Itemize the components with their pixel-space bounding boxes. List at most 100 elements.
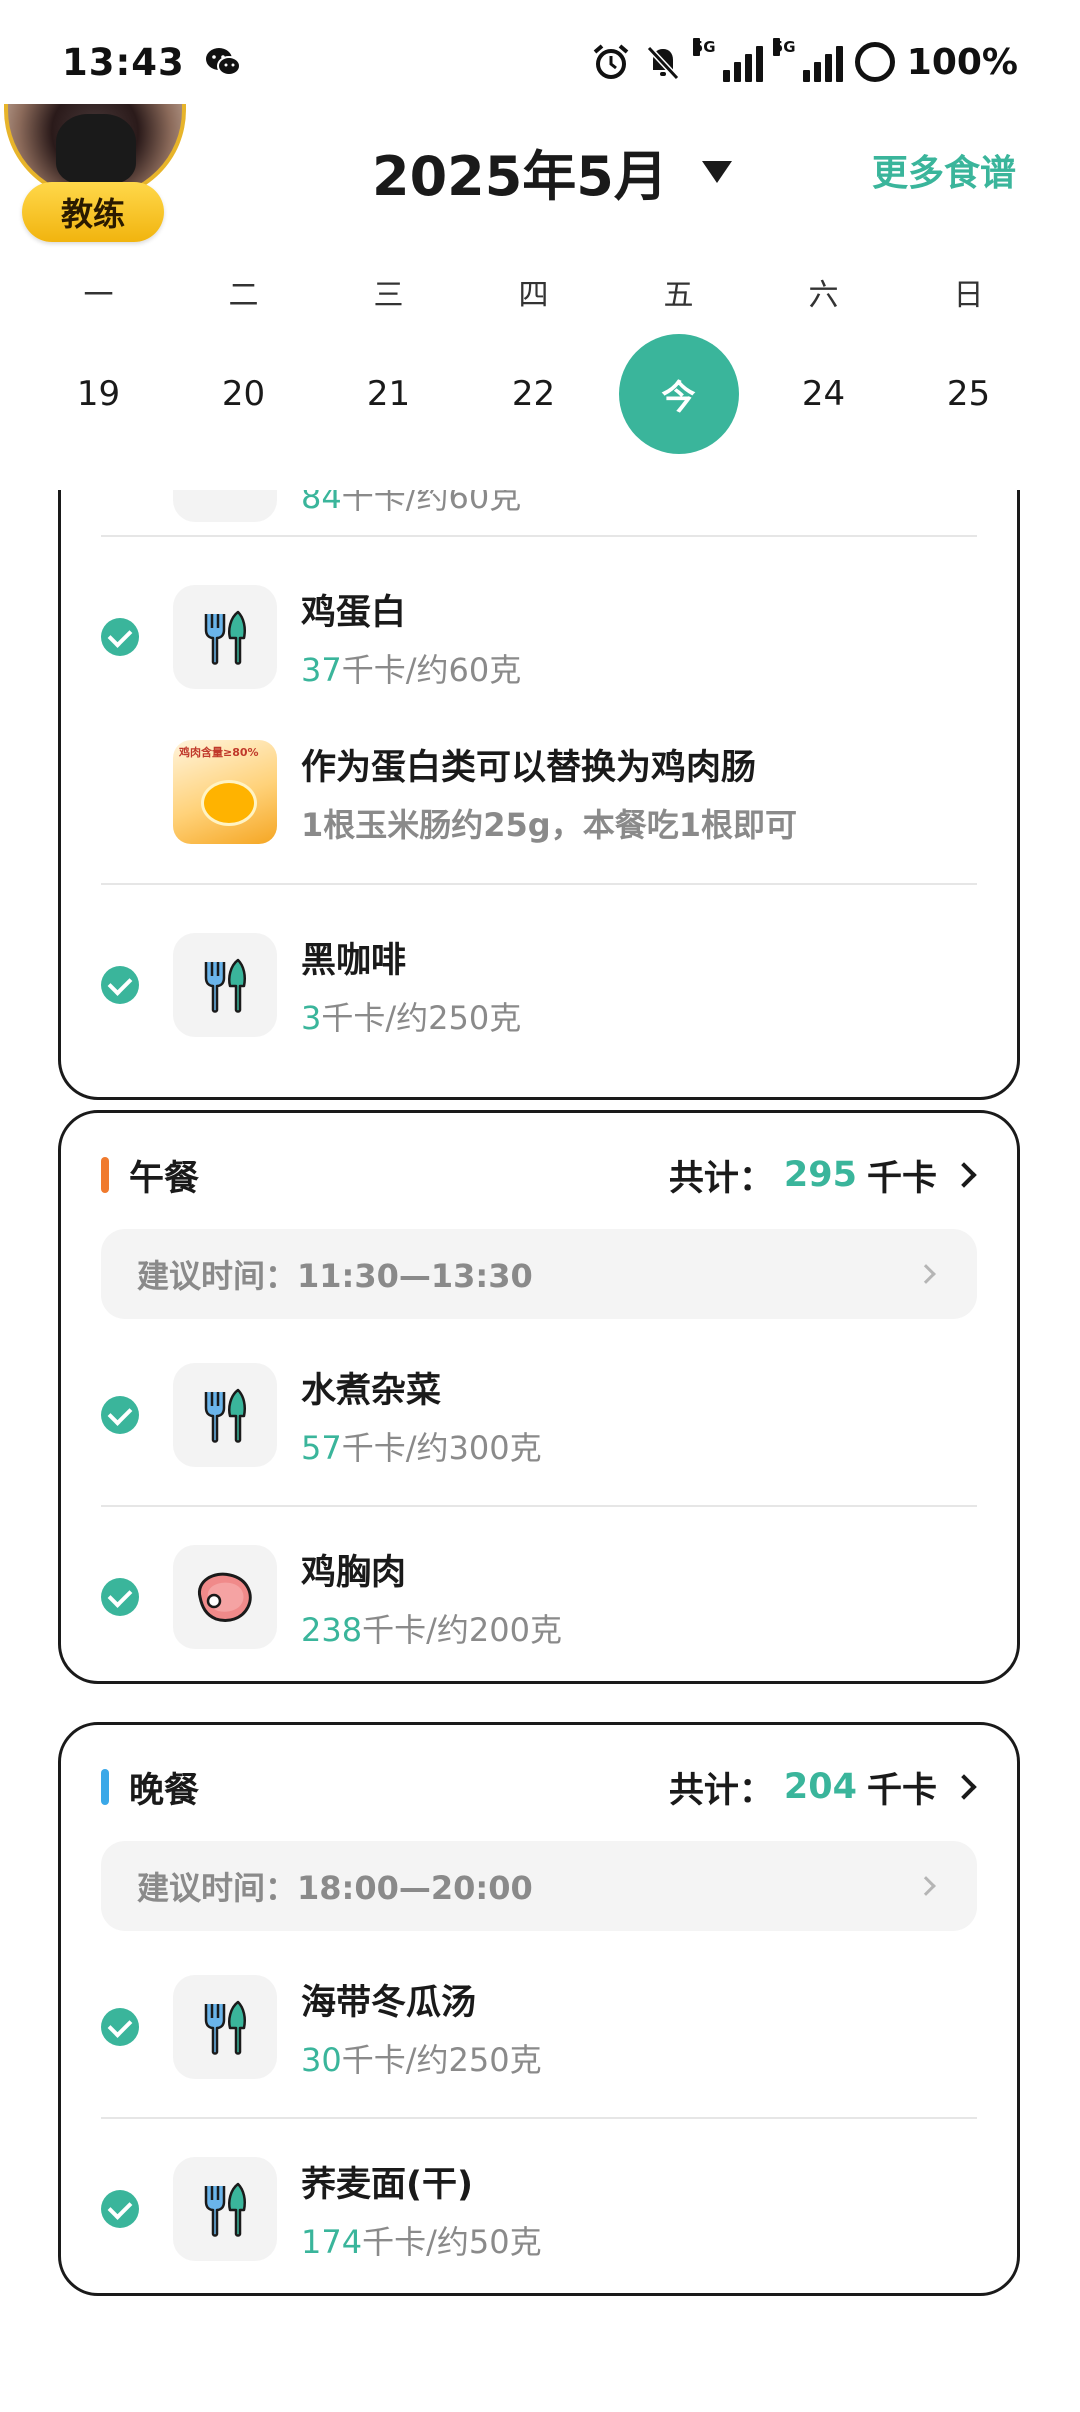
weekday-label: 四 bbox=[518, 278, 549, 313]
kcal-value: 30 bbox=[301, 2040, 342, 2079]
food-name: 鸡胸肉 bbox=[301, 1552, 407, 1593]
check-icon[interactable] bbox=[101, 2190, 139, 2228]
check-icon[interactable] bbox=[101, 1396, 139, 1434]
triangle-down-icon bbox=[701, 160, 732, 183]
kcal-value: 84 bbox=[301, 490, 342, 516]
divider bbox=[101, 1505, 977, 1507]
food-name: 水煮杂菜 bbox=[301, 1370, 442, 1411]
food-row[interactable]: 鸡蛋白 37千卡/约60克 bbox=[101, 585, 981, 689]
total-kcal: 295 bbox=[783, 1155, 857, 1195]
food-thumb bbox=[173, 585, 277, 689]
food-name: 鸡蛋白 bbox=[301, 592, 407, 633]
total-label: 共计： bbox=[668, 1770, 774, 1811]
date-cell[interactable]: 19 bbox=[26, 332, 171, 456]
suggest-time-text: 建议时间：18:00—20:00 bbox=[137, 1869, 533, 1907]
kcal-value: 57 bbox=[301, 1428, 342, 1467]
food-meta: 84千卡/约60克 bbox=[301, 490, 521, 518]
food-meta: 30千卡/约250克 bbox=[301, 2035, 542, 2081]
breakfast-card: . 84千卡/约60克 鸡蛋白 37千卡/约60克 鸡肉含量≥80% bbox=[58, 490, 1020, 1100]
signal-5g-icon: 5G bbox=[692, 38, 763, 82]
weekday-row: 一 二 三 四 五 六 日 bbox=[0, 270, 1080, 314]
month-picker[interactable]: 2025年5月 bbox=[372, 132, 732, 211]
portion-text: 千卡/约250克 bbox=[341, 2040, 542, 2079]
food-thumb bbox=[173, 1363, 277, 1467]
portion-text: 千卡/约50克 bbox=[362, 2222, 542, 2261]
lunch-card: 午餐 共计： 295 千卡 建议时间：11:30—13:30 水煮杂菜 57千卡… bbox=[58, 1110, 1020, 1684]
battery-ring-icon bbox=[854, 42, 895, 82]
check-icon[interactable] bbox=[101, 2008, 139, 2046]
food-row[interactable]: 水煮杂菜 57千卡/约300克 bbox=[101, 1363, 981, 1467]
more-recipes-link[interactable]: 更多食谱 bbox=[872, 144, 1016, 196]
dinner-card: 晚餐 共计： 204 千卡 建议时间：18:00—20:00 海带冬瓜汤 30千… bbox=[58, 1722, 1020, 2296]
total-unit: 千卡 bbox=[866, 1770, 937, 1811]
utensils-icon bbox=[204, 1388, 246, 1443]
tip-title: 作为蛋白类可以替换为鸡肉肠 bbox=[301, 747, 757, 788]
coach-badge[interactable]: 教练 bbox=[22, 182, 164, 242]
date-cell[interactable]: 21 bbox=[316, 332, 461, 456]
thumb-caption: 鸡肉含量≥80% bbox=[179, 746, 259, 759]
food-row[interactable]: 海带冬瓜汤 30千卡/约250克 bbox=[101, 1975, 981, 2079]
chevron-right-icon bbox=[916, 1876, 936, 1896]
sausage-thumbnail: 鸡肉含量≥80% bbox=[173, 740, 277, 844]
wechat-icon bbox=[205, 48, 241, 76]
portion-text: 千卡/约250克 bbox=[321, 998, 522, 1037]
total-unit: 千卡 bbox=[866, 1158, 937, 1199]
weekday-label: 三 bbox=[373, 278, 404, 313]
food-row[interactable]: 黑咖啡 3千卡/约250克 bbox=[101, 933, 981, 1037]
check-icon[interactable] bbox=[101, 1578, 139, 1616]
network-label: 5G bbox=[692, 38, 716, 56]
meal-color-bar bbox=[101, 1157, 109, 1193]
divider bbox=[101, 535, 977, 537]
weekday-label: 日 bbox=[953, 278, 984, 313]
kcal-value: 37 bbox=[301, 650, 342, 689]
meal-list[interactable]: . 84千卡/约60克 鸡蛋白 37千卡/约60克 鸡肉含量≥80% bbox=[0, 490, 1080, 2412]
food-name: 荞麦面(干) bbox=[301, 2164, 473, 2205]
date-cell[interactable]: 25 bbox=[896, 332, 1041, 456]
meal-header[interactable]: 午餐 共计： 295 千卡 bbox=[101, 1153, 981, 1199]
meal-total[interactable]: 共计： 295 千卡 bbox=[669, 1150, 981, 1201]
suggest-time-bar[interactable]: 建议时间：18:00—20:00 bbox=[101, 1841, 977, 1931]
date-cell[interactable]: 24 bbox=[751, 332, 896, 456]
substitute-tip[interactable]: 鸡肉含量≥80% 作为蛋白类可以替换为鸡肉肠 1根玉米肠约25g，本餐吃1根即可 bbox=[101, 740, 981, 844]
utensils-icon bbox=[204, 2182, 246, 2237]
portion-text: 千卡/约300克 bbox=[341, 1428, 542, 1467]
meat-icon bbox=[197, 1572, 252, 1622]
suggest-time-bar[interactable]: 建议时间：11:30—13:30 bbox=[101, 1229, 977, 1319]
food-name: 海带冬瓜汤 bbox=[301, 1982, 477, 2023]
food-row[interactable]: 荞麦面(干) 174千卡/约50克 bbox=[101, 2157, 981, 2261]
tip-subtitle: 1根玉米肠约25g，本餐吃1根即可 bbox=[301, 805, 797, 844]
portion-text: 千卡/约200克 bbox=[362, 1610, 562, 1649]
food-meta: 238千卡/约200克 bbox=[301, 1605, 562, 1651]
total-label: 共计： bbox=[668, 1158, 774, 1199]
food-thumb bbox=[173, 2157, 277, 2261]
utensils-icon bbox=[204, 2000, 246, 2055]
food-thumb bbox=[173, 1545, 277, 1649]
weekday-label: 一 bbox=[83, 278, 114, 313]
check-icon[interactable] bbox=[101, 618, 139, 656]
check-icon[interactable] bbox=[101, 966, 139, 1004]
meal-header[interactable]: 晚餐 共计： 204 千卡 bbox=[101, 1765, 981, 1811]
weekday-label: 五 bbox=[663, 278, 694, 313]
food-row-partial[interactable]: . 84千卡/约60克 bbox=[101, 490, 981, 522]
food-meta: 37千卡/约60克 bbox=[301, 645, 521, 691]
month-label: 2025年5月 bbox=[372, 145, 668, 208]
total-kcal: 204 bbox=[783, 1767, 857, 1807]
network-label-2: 5G bbox=[772, 38, 796, 56]
date-cell[interactable]: 20 bbox=[171, 332, 316, 456]
food-meta: 3千卡/约250克 bbox=[301, 993, 521, 1039]
status-time: 13:43 bbox=[62, 40, 185, 84]
kcal-value: 238 bbox=[301, 1610, 363, 1649]
food-thumb bbox=[173, 1975, 277, 2079]
date-cell[interactable]: 22 bbox=[461, 332, 606, 456]
portion-text: 千卡/约60克 bbox=[341, 650, 522, 689]
meal-total[interactable]: 共计： 204 千卡 bbox=[669, 1762, 981, 1813]
meal-name: 午餐 bbox=[129, 1158, 200, 1199]
date-cell-today[interactable]: 今 bbox=[606, 332, 751, 456]
header: 教练 2025年5月 更多食谱 bbox=[0, 104, 1080, 242]
food-thumb bbox=[173, 933, 277, 1037]
plate-icon bbox=[197, 490, 253, 498]
food-row[interactable]: 鸡胸肉 238千卡/约200克 bbox=[101, 1545, 981, 1649]
suggest-time-text: 建议时间：11:30—13:30 bbox=[137, 1257, 533, 1295]
chevron-right-icon bbox=[951, 1162, 977, 1188]
chevron-right-icon bbox=[916, 1264, 936, 1284]
